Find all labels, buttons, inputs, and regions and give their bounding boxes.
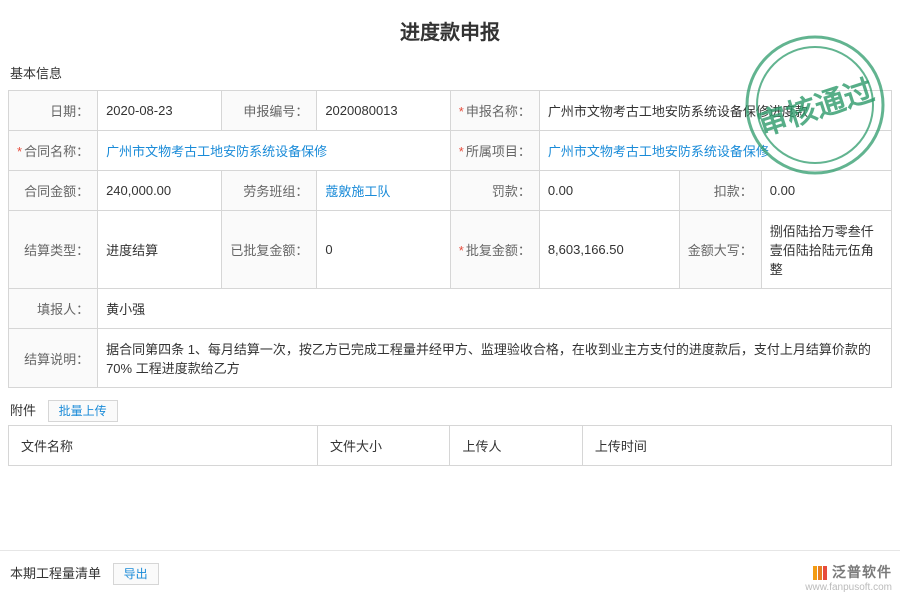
settle-type-value: 进度结算	[98, 211, 222, 289]
deduction-label: 扣款：	[679, 171, 761, 211]
settle-type-label: 结算类型：	[9, 211, 98, 289]
section-basic-info-label: 基本信息	[0, 59, 900, 90]
page-title: 进度款申报	[0, 0, 900, 59]
reply-amount-label: *批复金额：	[450, 211, 539, 289]
attachments-header: 附件 批量上传	[0, 388, 900, 425]
approved-amount-value: 0	[317, 211, 450, 289]
date-value: 2020-08-23	[98, 91, 222, 131]
watermark-brand: 泛普软件	[832, 564, 892, 580]
date-label: 日期：	[9, 91, 98, 131]
settle-desc-label: 结算说明：	[9, 329, 98, 388]
labor-team-link[interactable]: 蔻敫施工队	[325, 184, 390, 199]
settle-desc-value: 据合同第四条 1、每月结算一次，按乙方已完成工程量并经甲方、监理验收合格，在收到…	[98, 329, 892, 388]
contract-amount-value: 240,000.00	[98, 171, 222, 211]
basic-info-table: 日期： 2020-08-23 申报编号： 2020080013 *申报名称： 广…	[8, 90, 892, 388]
watermark-url: www.fanpusoft.com	[805, 581, 892, 594]
report-no-value: 2020080013	[317, 91, 450, 131]
col-filesize: 文件大小	[318, 426, 450, 466]
reporter-value: 黄小强	[98, 289, 892, 329]
attachments-table: 文件名称 文件大小 上传人 上传时间	[8, 425, 892, 466]
reporter-label: 填报人：	[9, 289, 98, 329]
contract-name-label: *合同名称：	[9, 131, 98, 171]
col-uploader: 上传人	[450, 426, 582, 466]
quantity-list-header: 本期工程量清单 导出	[0, 550, 900, 588]
labor-team-label: 劳务班组：	[222, 171, 317, 211]
project-link[interactable]: 广州市文物考古工地安防系统设备保修	[548, 144, 769, 159]
quantity-list-label: 本期工程量清单	[10, 566, 101, 581]
batch-upload-button[interactable]: 批量上传	[48, 400, 118, 422]
contract-amount-label: 合同金额：	[9, 171, 98, 211]
amount-cn-label: 金额大写：	[679, 211, 761, 289]
report-name-value: 广州市文物考古工地安防系统设备保修进度款	[539, 91, 891, 131]
deduction-value: 0.00	[761, 171, 891, 211]
attachments-label: 附件	[10, 403, 36, 418]
watermark: 泛普软件 www.fanpusoft.com	[805, 563, 892, 594]
reply-amount-value: 8,603,166.50	[539, 211, 679, 289]
col-filename: 文件名称	[9, 426, 318, 466]
report-no-label: 申报编号：	[222, 91, 317, 131]
attachments-empty-body	[0, 466, 900, 526]
col-uploadtime: 上传时间	[582, 426, 891, 466]
project-label: *所属项目：	[450, 131, 539, 171]
report-name-label: *申报名称：	[450, 91, 539, 131]
approved-amount-label: 已批复金额：	[222, 211, 317, 289]
penalty-label: 罚款：	[450, 171, 539, 211]
amount-cn-value: 捌佰陆拾万零叁仟壹佰陆拾陆元伍角整	[761, 211, 891, 289]
export-button[interactable]: 导出	[113, 563, 159, 585]
contract-name-link[interactable]: 广州市文物考古工地安防系统设备保修	[106, 144, 327, 159]
penalty-value: 0.00	[539, 171, 679, 211]
